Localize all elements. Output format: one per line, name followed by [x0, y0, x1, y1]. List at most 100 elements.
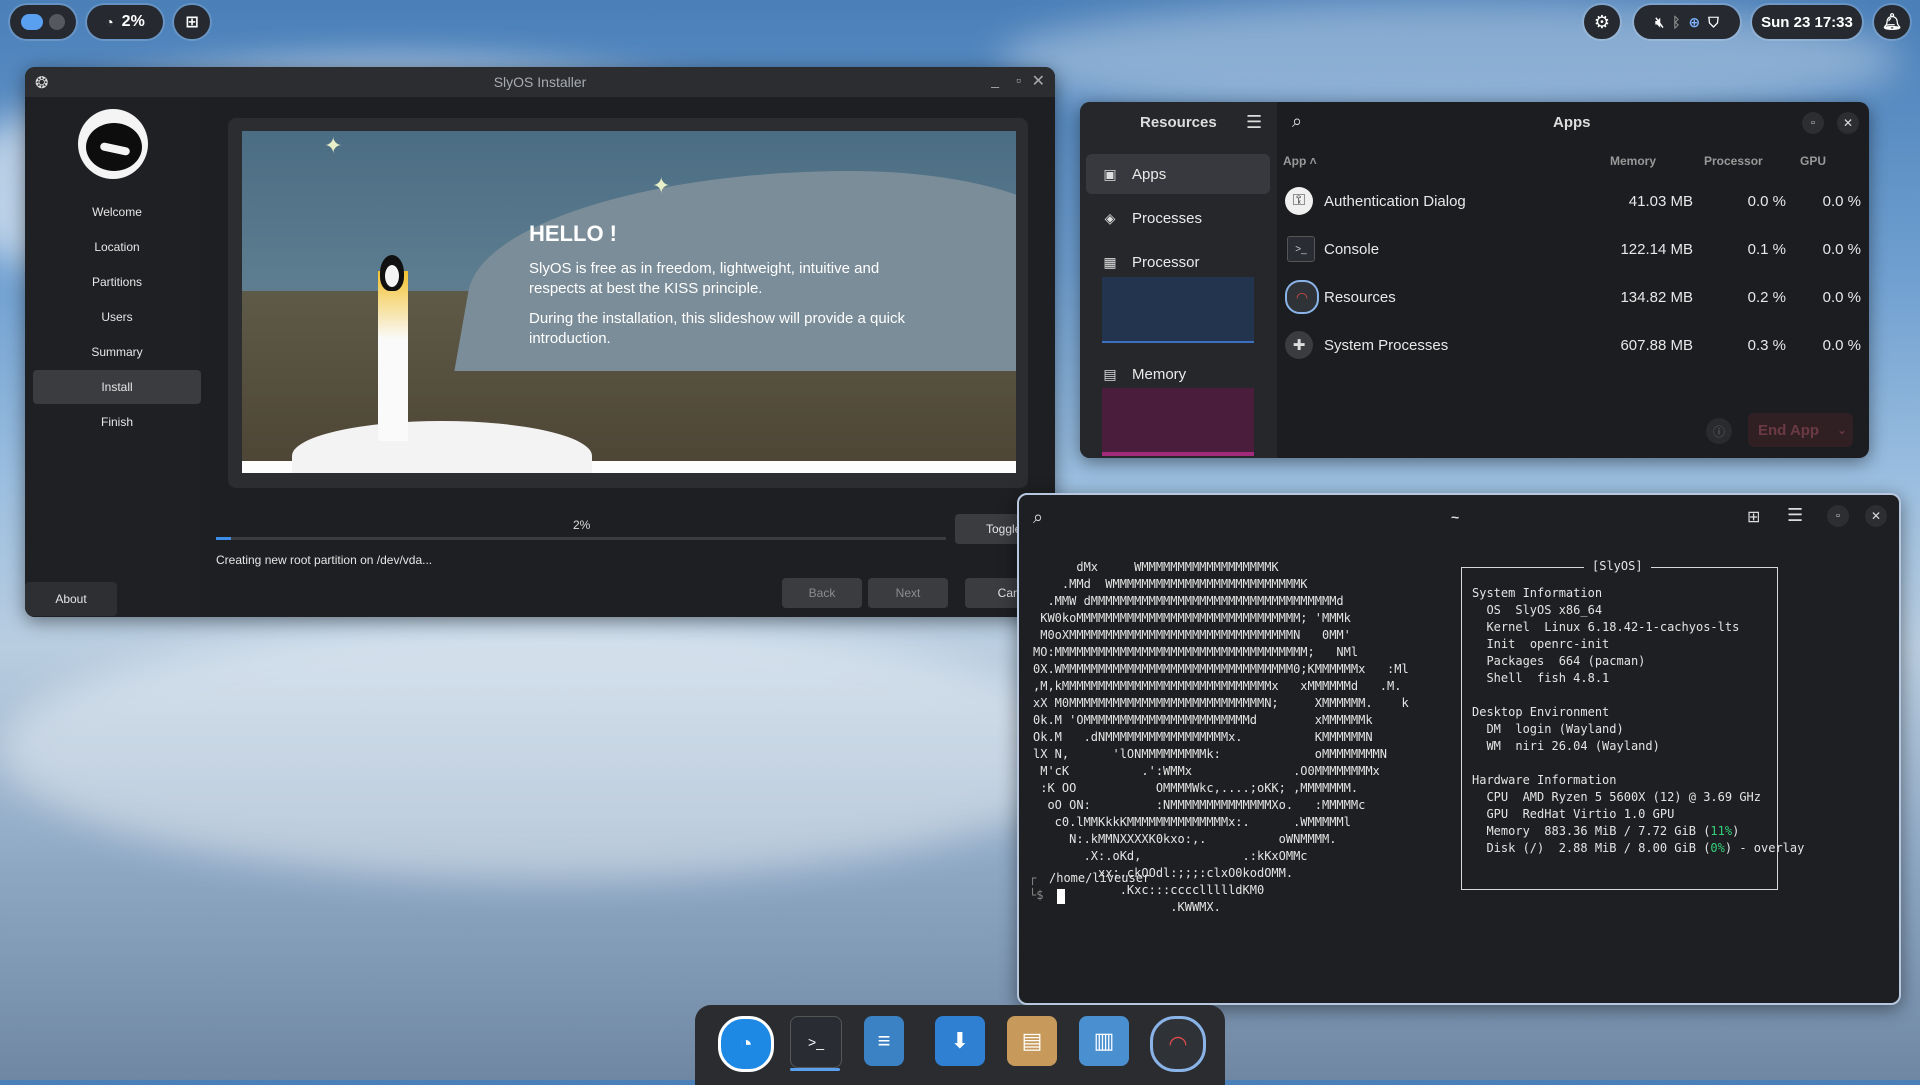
cpu-indicator[interactable]: ◔ 2% — [87, 5, 163, 39]
shield-icon[interactable]: ⛉ — [1708, 14, 1719, 31]
rocket-trail — [378, 271, 408, 441]
text-editor-icon[interactable]: ≡ — [864, 1016, 904, 1066]
progress-label: 2% — [573, 518, 591, 532]
clock[interactable]: Sun 23 17:33 — [1752, 5, 1862, 39]
about-button[interactable]: About — [25, 582, 117, 616]
terminal-title: ~ — [1451, 509, 1460, 525]
table-row[interactable]: ◠ Resources 134.82 MB 0.2 % 0.0 % — [1279, 273, 1869, 321]
nav-processor[interactable]: ▦ Processor — [1086, 242, 1270, 282]
gear-icon: ⚙ — [1593, 11, 1611, 32]
search-icon[interactable]: ⌕ — [1033, 507, 1043, 528]
new-tab-icon[interactable]: ⊞ — [1747, 507, 1760, 527]
gauge-icon: ◠ — [1285, 280, 1319, 314]
nav-apps[interactable]: ▣ Apps — [1086, 154, 1270, 194]
prompt-corner: ┌ — [1029, 871, 1037, 885]
shell-value: fish 4.8.1 — [1537, 671, 1610, 685]
kernel-value: Linux 6.18.42-1-cachyos-lts — [1544, 620, 1740, 634]
column-header-memory[interactable]: Memory — [1610, 154, 1656, 168]
workspace-dot — [49, 14, 65, 30]
slide-heading: HELLO ! — [529, 221, 617, 246]
app-logo-icon: ❂ — [35, 75, 49, 92]
workspace-indicator[interactable] — [10, 5, 76, 39]
end-app-button[interactable]: End App ⌄ — [1748, 413, 1853, 447]
progress-bar — [216, 537, 946, 540]
muted-volume-icon[interactable]: 🔇︎ — [1655, 14, 1664, 31]
sidebar-title: Resources — [1140, 114, 1217, 131]
sys-heading: System Information — [1472, 586, 1603, 600]
file-manager-icon[interactable]: ▥ — [1079, 1016, 1129, 1066]
installer-icon[interactable]: ⬇ — [935, 1016, 985, 1066]
bluetooth-icon[interactable]: ᛒ — [1672, 14, 1680, 30]
processor-graph — [1102, 277, 1254, 343]
memory-percent: 11% — [1710, 824, 1733, 838]
step-welcome: Welcome — [92, 205, 142, 219]
back-button[interactable]: Back — [782, 578, 862, 608]
gauge-icon: ◔ — [105, 14, 114, 30]
dm-value: login (Wayland) — [1515, 722, 1624, 736]
cpu-line: CPU AMD Ryzen 5 5600X (12) @ 3.69 GHz — [1486, 790, 1761, 804]
table-row[interactable]: ⚿ Authentication Dialog 41.03 MB 0.0 % 0… — [1279, 177, 1869, 225]
maximize-icon[interactable]: ▫ — [1016, 72, 1021, 88]
sparkle-icon: ✦ — [652, 173, 671, 198]
console-icon: >_ — [1287, 236, 1315, 262]
maximize-icon[interactable]: ▫ — [1827, 505, 1849, 527]
maximize-icon[interactable]: ▫ — [1802, 112, 1824, 134]
browser-icon[interactable]: ◔ — [718, 1016, 774, 1072]
step-finish: Finish — [100, 415, 133, 429]
titlebar[interactable]: ❂ SlyOS Installer _ ▫ ✕ — [25, 67, 1055, 97]
distro-logo — [78, 109, 148, 179]
grid-icon: ⊞ — [185, 14, 199, 31]
step-summary: Summary — [91, 345, 143, 359]
menu-icon[interactable]: ☰ — [1246, 112, 1262, 133]
next-button[interactable]: Next — [868, 578, 948, 608]
gpu-line: GPU RedHat Virtio 1.0 GPU — [1486, 807, 1675, 821]
menu-icon[interactable]: ☰ — [1787, 505, 1803, 526]
table-row[interactable]: ✚ System Processes 607.88 MB 0.3 % 0.0 % — [1279, 321, 1869, 369]
close-icon[interactable]: ✕ — [1837, 112, 1859, 134]
cpu-percent: 2% — [121, 13, 145, 30]
chevron-down-icon[interactable]: ⌄ — [1837, 423, 1847, 437]
close-icon[interactable]: ✕ — [1865, 505, 1887, 527]
prompt-symbol: └$ — [1029, 888, 1044, 902]
close-icon[interactable]: ✕ — [1032, 71, 1045, 91]
de-heading: Desktop Environment — [1472, 705, 1610, 719]
network-icon[interactable]: ⊕ — [1689, 14, 1701, 31]
slideshow-frame: HELLO ! SlyOS is free as in freedom, lig… — [228, 118, 1028, 488]
slide-para-2: During the installation, this slideshow … — [529, 310, 906, 347]
processes-icon: ◈ — [1104, 209, 1116, 226]
os-value: SlyOS x86_64 — [1515, 603, 1603, 617]
step-users: Users — [101, 310, 133, 324]
slideshow-image: HELLO ! SlyOS is free as in freedom, lig… — [242, 131, 1016, 473]
package-icon[interactable]: ▤ — [1007, 1016, 1057, 1066]
info-icon[interactable]: ⓘ — [1706, 418, 1732, 444]
wm-value: niri 26.04 (Wayland) — [1515, 739, 1660, 753]
notifications-button[interactable]: 🔔︎ — [1874, 5, 1910, 39]
disk-percent: 0% — [1710, 841, 1725, 855]
app-grid-button[interactable]: ⊞ — [174, 5, 210, 39]
memory-graph — [1102, 388, 1254, 456]
ascii-logo: dMx WMMMMMMMMMMMMMMMMMMK .MMd WMMMMMMMMM… — [1033, 560, 1409, 914]
step-install: Install — [33, 370, 201, 404]
terminal-window[interactable]: ⌕ ~ ⊞ ☰ ▫ ✕ dMx WMMMMMMMMMMMMMMMMMMK .MM… — [1017, 493, 1901, 1005]
minimize-icon[interactable]: _ — [991, 72, 999, 88]
packages-value: 664 (pacman) — [1558, 654, 1646, 668]
search-icon[interactable]: ⌕ — [1292, 111, 1302, 132]
puzzle-icon: ✚ — [1285, 331, 1313, 359]
column-header-app[interactable]: App ˄ — [1283, 154, 1317, 168]
step-location: Location — [94, 240, 140, 254]
resources-sidebar: Resources ☰ ▣ Apps ◈ Processes ▦ Processor … — [1080, 102, 1277, 458]
nav-processes[interactable]: ◈ Processes — [1086, 198, 1270, 238]
sparkle-icon: ✦ — [324, 133, 343, 158]
terminal-icon[interactable]: >_ — [790, 1016, 842, 1068]
install-status: Creating new root partition on /dev/vda.… — [216, 553, 433, 567]
column-header-processor[interactable]: Processor — [1704, 154, 1763, 168]
active-indicator — [790, 1068, 840, 1071]
table-row[interactable]: >_ Console 122.14 MB 0.1 % 0.0 % — [1279, 225, 1869, 273]
cloud — [0, 620, 1100, 880]
resources-monitor-icon[interactable]: ◠ — [1150, 1016, 1206, 1072]
system-info: System Information OS SlyOS x86_64 Kerne… — [1472, 586, 1805, 855]
system-tray[interactable]: 🔇︎ ᛒ ⊕ ⛉ — [1634, 5, 1740, 39]
settings-button[interactable]: ⚙ — [1584, 5, 1620, 39]
cursor[interactable] — [1057, 889, 1065, 904]
column-header-gpu[interactable]: GPU — [1800, 154, 1826, 168]
